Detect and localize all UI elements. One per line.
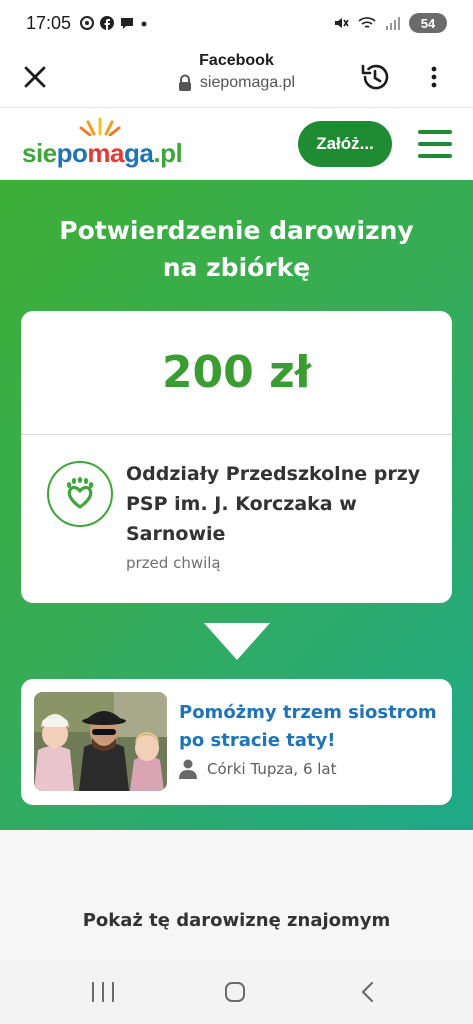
browser-url: siepomaga.pl bbox=[178, 74, 295, 92]
back-chevron-icon bbox=[361, 981, 374, 1003]
campaign-title-link[interactable]: Pomóżmy trzem siostrom po stracie taty! bbox=[179, 699, 441, 755]
system-nav-bar bbox=[0, 960, 473, 1024]
hamburger-line bbox=[418, 142, 452, 146]
heart-hands-icon bbox=[66, 477, 94, 509]
dot-icon bbox=[141, 21, 147, 27]
logo-part-ga: ga bbox=[124, 138, 154, 168]
donation-card: 200 zł Oddziały Przedszkolne przy PSP im… bbox=[21, 311, 452, 603]
logo-part-pl: .pl bbox=[153, 138, 183, 168]
history-icon bbox=[361, 64, 389, 90]
page-title-line1: Potwierdzenie darowizny bbox=[59, 216, 414, 245]
home-button[interactable] bbox=[225, 982, 245, 1002]
battery-indicator: 54 bbox=[409, 13, 447, 33]
browser-title-area: Facebook siepomaga.pl bbox=[100, 52, 373, 96]
menu-button[interactable] bbox=[418, 130, 452, 158]
share-title: Pokaż tę darowiznę znajomym bbox=[82, 910, 391, 931]
campaign-photo-illustration bbox=[34, 692, 167, 791]
share-section: Pokaż tę darowiznę znajomym bbox=[0, 830, 473, 960]
campaign-meta: Córki Tupza, 6 lat bbox=[179, 759, 337, 779]
history-button[interactable] bbox=[357, 59, 393, 95]
card-divider bbox=[21, 434, 452, 435]
lock-icon bbox=[178, 74, 191, 91]
facebook-icon bbox=[100, 16, 115, 30]
page-title-line2: na zbiórkę bbox=[162, 253, 311, 282]
site-header: siepomaga.pl Załóż... bbox=[0, 108, 473, 180]
organization-name[interactable]: Oddziały Przedszkolne przy PSP im. J. Ko… bbox=[126, 459, 426, 549]
recents-icon-bar bbox=[102, 982, 104, 1002]
recents-button[interactable] bbox=[92, 982, 114, 1002]
organization-icon bbox=[47, 461, 113, 527]
close-icon bbox=[24, 66, 46, 88]
status-right: 54 bbox=[333, 13, 447, 33]
back-button[interactable] bbox=[358, 980, 378, 1004]
donation-time: przed chwilą bbox=[126, 554, 221, 572]
logo-part-sie: sie bbox=[22, 138, 57, 168]
sun-rays-icon bbox=[79, 117, 121, 136]
browser-title: Facebook bbox=[199, 52, 274, 69]
campaign-beneficiary: Córki Tupza, 6 lat bbox=[207, 760, 337, 778]
siepomaga-logo[interactable]: siepomaga.pl bbox=[22, 117, 183, 168]
status-left: 17:05 bbox=[26, 13, 149, 34]
more-options-button[interactable] bbox=[417, 60, 451, 94]
chat-icon bbox=[121, 18, 134, 29]
recents-icon-bar bbox=[112, 982, 114, 1002]
status-bar: 17:05 54 bbox=[0, 0, 473, 46]
campaign-card[interactable]: Pomóżmy trzem siostrom po stracie taty! … bbox=[21, 679, 452, 805]
more-vertical-icon bbox=[431, 66, 437, 88]
hamburger-line bbox=[418, 154, 452, 158]
start-fundraiser-button[interactable]: Załóż... bbox=[298, 121, 392, 167]
person-icon bbox=[179, 759, 197, 779]
screen: 17:05 54 Facebook siepomaga.pl siepomaga… bbox=[0, 0, 473, 1024]
campaign-photo[interactable] bbox=[34, 692, 167, 791]
url-text: siepomaga.pl bbox=[199, 74, 296, 91]
hamburger-line bbox=[418, 130, 452, 134]
logo-text: siepomaga.pl bbox=[22, 138, 183, 168]
page-title: Potwierdzenie darowizny na zbiórkę bbox=[30, 212, 443, 286]
status-time: 17:05 bbox=[26, 12, 72, 33]
close-button[interactable] bbox=[18, 60, 52, 94]
donation-amount: 200 zł bbox=[161, 347, 312, 398]
notification-icons bbox=[79, 15, 149, 31]
logo-part-ma: ma bbox=[87, 138, 124, 168]
recents-icon-bar bbox=[92, 982, 94, 1002]
arrow-down-icon bbox=[204, 623, 270, 660]
donation-confirmation-hero: Potwierdzenie darowizny na zbiórkę 200 z… bbox=[0, 180, 473, 830]
browser-bar: Facebook siepomaga.pl bbox=[0, 46, 473, 108]
wifi-icon bbox=[358, 17, 376, 28]
threads-icon bbox=[80, 16, 95, 30]
logo-part-po: po bbox=[56, 138, 88, 168]
mute-icon bbox=[335, 18, 349, 28]
signal-icon bbox=[386, 17, 400, 30]
